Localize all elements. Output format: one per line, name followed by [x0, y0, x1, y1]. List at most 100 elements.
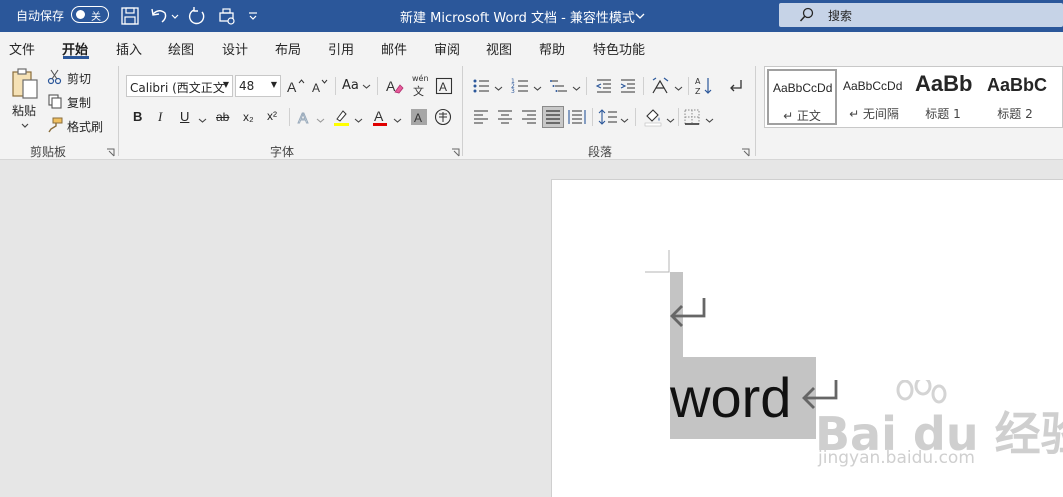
borders-dropdown[interactable] — [705, 114, 714, 128]
character-border-button[interactable]: A — [433, 75, 455, 97]
font-name-combo[interactable]: Calibri (西文正文 ▼ — [126, 75, 233, 97]
grow-font-button[interactable]: A — [285, 75, 307, 97]
tab-mailings[interactable]: 邮件 — [381, 39, 407, 58]
align-center-button[interactable] — [494, 106, 516, 128]
phonetic-guide-bottom: 文 — [413, 85, 424, 98]
chevron-down-icon — [705, 118, 714, 123]
underline-button[interactable]: U — [180, 109, 189, 124]
save-button[interactable] — [119, 5, 141, 27]
tab-insert[interactable]: 插入 — [116, 39, 142, 58]
multilevel-list-button[interactable] — [548, 75, 570, 97]
highlight-dropdown[interactable] — [354, 114, 363, 128]
style-heading-2[interactable]: AaBbC 标题 2 — [983, 69, 1047, 125]
font-color-icon: A — [373, 108, 387, 126]
grow-font-icon: A — [287, 79, 305, 94]
strikethrough-button[interactable]: ab — [216, 110, 229, 124]
separator — [592, 108, 593, 126]
chevron-down-icon — [21, 123, 29, 128]
separator — [377, 77, 378, 95]
clipboard-launcher[interactable] — [106, 146, 115, 157]
tab-layout[interactable]: 布局 — [275, 39, 301, 58]
align-right-icon — [522, 110, 536, 124]
font-size-combo[interactable]: 48 ▼ — [235, 75, 281, 97]
align-right-button[interactable] — [518, 106, 540, 128]
undo-dropdown[interactable] — [170, 5, 180, 27]
shading-button[interactable] — [642, 106, 664, 128]
bullets-button[interactable] — [470, 75, 492, 97]
multilevel-dropdown[interactable] — [572, 82, 581, 96]
paste-dropdown[interactable] — [20, 119, 30, 133]
line-spacing-button[interactable] — [597, 106, 619, 128]
tab-file[interactable]: 文件 — [9, 39, 35, 58]
subscript-button[interactable]: x₂ — [243, 110, 254, 124]
print-preview-button[interactable] — [216, 5, 238, 27]
shrink-font-button[interactable]: A — [309, 75, 331, 97]
chevron-down-icon — [362, 84, 371, 89]
tab-review[interactable]: 审阅 — [434, 39, 460, 58]
italic-button[interactable]: I — [158, 109, 162, 125]
change-case-button[interactable]: Aa — [342, 78, 359, 93]
line-spacing-dropdown[interactable] — [620, 114, 629, 128]
style-normal[interactable]: AaBbCcDd ↵ 正文 — [767, 69, 837, 125]
autosave-label: 自动保存 — [16, 9, 65, 23]
increase-indent-icon — [620, 79, 635, 93]
change-case-dropdown[interactable] — [362, 80, 371, 94]
shading-dropdown[interactable] — [666, 114, 675, 128]
align-left-button[interactable] — [470, 106, 492, 128]
paragraph-launcher[interactable] — [741, 146, 750, 157]
format-painter-button[interactable]: 格式刷 — [67, 118, 103, 135]
search-label: 搜索 — [828, 9, 853, 23]
chinese-layout-dropdown[interactable] — [674, 82, 683, 96]
numbering-dropdown[interactable] — [533, 82, 542, 96]
font-color-button[interactable]: A — [369, 106, 391, 128]
paste-label[interactable]: 粘贴 — [12, 102, 36, 119]
justify-button[interactable] — [542, 106, 564, 128]
superscript-button[interactable]: x² — [267, 109, 277, 123]
highlight-color-button[interactable] — [330, 106, 352, 128]
enclose-characters-button[interactable] — [432, 106, 454, 128]
autosave-toggle[interactable]: 关 — [71, 6, 109, 23]
tab-draw[interactable]: 绘图 — [168, 39, 194, 58]
sort-button[interactable]: AZ — [693, 75, 715, 97]
bullets-dropdown[interactable] — [494, 82, 503, 96]
format-painter-icon — [46, 116, 64, 134]
character-shading-icon: A — [411, 109, 427, 125]
font-color-dropdown[interactable] — [393, 114, 402, 128]
increase-indent-button[interactable] — [617, 75, 639, 97]
underline-dropdown[interactable] — [198, 114, 207, 128]
chinese-layout-button[interactable] — [650, 75, 672, 97]
tab-references[interactable]: 引用 — [328, 39, 354, 58]
search-box[interactable]: 搜索 — [779, 3, 1063, 27]
bold-button[interactable]: B — [133, 109, 142, 124]
copy-button[interactable]: 复制 — [67, 94, 91, 111]
decrease-indent-button[interactable] — [593, 75, 615, 97]
copy-icon — [46, 92, 64, 110]
text-effects-dropdown[interactable] — [316, 114, 325, 128]
cut-button[interactable]: 剪切 — [67, 70, 91, 87]
distributed-button[interactable] — [566, 106, 588, 128]
borders-button[interactable] — [681, 106, 703, 128]
separator — [688, 77, 689, 95]
title-dropdown[interactable] — [634, 11, 646, 25]
document-title[interactable]: 新建 Microsoft Word 文档 - 兼容性模式 — [400, 7, 635, 26]
character-shading-button[interactable]: A — [408, 106, 430, 128]
font-launcher[interactable] — [451, 146, 460, 157]
customize-quick-access-button[interactable] — [246, 5, 260, 27]
phonetic-guide-button[interactable]: wén 文 — [410, 74, 430, 98]
style-no-spacing[interactable]: AaBbCcDd ↵ 无间隔 — [839, 69, 909, 125]
tab-special-features[interactable]: 特色功能 — [593, 39, 645, 58]
numbering-button[interactable]: 123 — [509, 75, 531, 97]
redo-button[interactable] — [186, 5, 208, 27]
tab-help[interactable]: 帮助 — [539, 39, 565, 58]
clear-formatting-button[interactable]: A — [384, 75, 406, 97]
tab-design[interactable]: 设计 — [222, 39, 248, 58]
paste-button[interactable] — [10, 68, 40, 99]
dialog-launcher-icon — [107, 148, 115, 157]
style-heading-1[interactable]: AaBb 标题 1 — [911, 69, 975, 125]
tab-view[interactable]: 视图 — [486, 39, 512, 58]
dialog-launcher-icon — [452, 148, 460, 157]
show-formatting-marks-button[interactable] — [725, 75, 747, 97]
text-effects-button[interactable]: A — [294, 106, 316, 128]
undo-button[interactable] — [148, 5, 170, 27]
document-text[interactable]: word — [670, 370, 791, 426]
